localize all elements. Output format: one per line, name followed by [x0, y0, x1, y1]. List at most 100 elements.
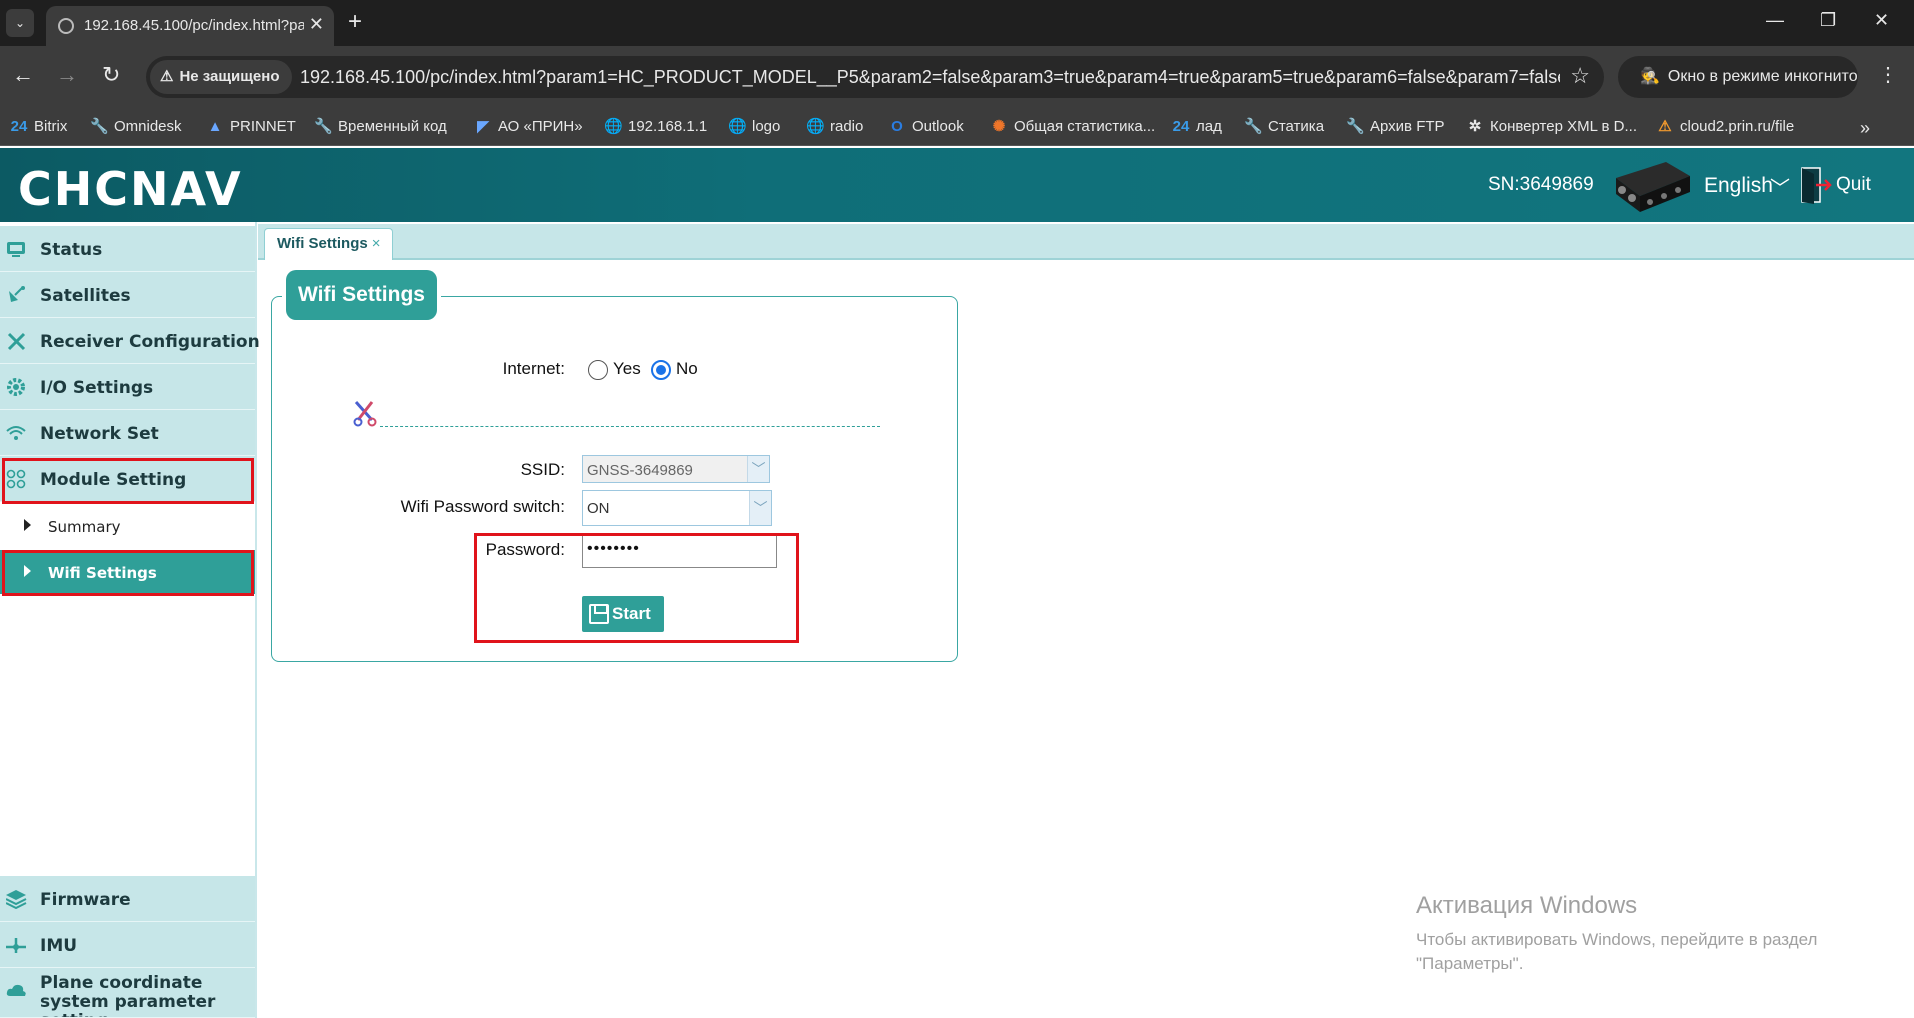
tab-search-button[interactable]: ⌄	[6, 9, 34, 37]
quit-button[interactable]: Quit	[1836, 174, 1871, 196]
internet-yes-label[interactable]: Yes	[613, 359, 641, 379]
bookmark-prinnet[interactable]: ▲ PRINNET	[206, 114, 296, 140]
ssid-value: GNSS-3649869	[587, 462, 693, 479]
bookmark-label: Bitrix	[34, 118, 68, 135]
serial-number: SN:3649869	[1488, 174, 1594, 195]
bookmark-label: Статика	[1268, 118, 1325, 135]
restore-icon[interactable]: ❐	[1820, 10, 1836, 31]
bookmark-star-icon[interactable]: ☆	[1570, 63, 1590, 89]
bookmark-router[interactable]: 🌐 192.168.1.1	[604, 114, 707, 140]
back-icon[interactable]: ←	[12, 62, 34, 88]
bookmark-ftp-archive[interactable]: 🔧 Архив FTP	[1346, 114, 1445, 140]
browser-tab-strip: ⌄ 192.168.45.100/pc/index.html?param ✕ +…	[0, 0, 1914, 46]
bookmark-label: 192.168.1.1	[628, 118, 708, 135]
sidebar-item-plane-coordinate-system[interactable]: Plane coordinate system parameter settin…	[0, 968, 255, 1018]
wifi-icon	[6, 426, 26, 440]
sidebar-subitem-summary[interactable]: Summary	[0, 504, 255, 548]
imu-icon	[6, 938, 26, 953]
internet-no-radio[interactable]	[651, 360, 671, 380]
bookmark-label: logo	[752, 118, 781, 135]
outlook-icon: O	[891, 118, 903, 135]
new-tab-button[interactable]: +	[348, 8, 362, 36]
chevron-down-icon[interactable]: ﹀	[747, 456, 769, 482]
wifi-password-switch-label: Wifi Password switch:	[400, 497, 565, 516]
highlight-box	[474, 533, 799, 643]
warning-icon: ⚠	[160, 68, 174, 85]
forward-icon[interactable]: →	[56, 62, 78, 88]
sidebar-item-io-settings[interactable]: I/O Settings	[0, 364, 255, 410]
wifi-password-switch-select[interactable]: ON ﹀	[582, 490, 772, 526]
browser-tab[interactable]: 192.168.45.100/pc/index.html?param ✕	[46, 6, 334, 46]
exit-door-icon[interactable]	[1800, 166, 1832, 204]
sidebar-item-label: Plane coordinate system parameter settin…	[40, 973, 216, 1018]
close-tab-icon[interactable]: ×	[372, 235, 381, 252]
sidebar-item-label: Network Set	[40, 424, 159, 444]
sidebar-item-firmware[interactable]: Firmware	[0, 876, 255, 922]
globe-icon: 🌐	[604, 118, 623, 135]
incognito-icon: 🕵	[1640, 68, 1660, 85]
browser-menu-icon[interactable]: ⋮	[1878, 62, 1898, 87]
reload-icon[interactable]: ↻	[102, 62, 120, 88]
tab-title: 192.168.45.100/pc/index.html?param	[84, 17, 304, 34]
bookmark-bitrix[interactable]: 24 Bitrix	[10, 114, 68, 140]
wrench-icon: 🔧	[314, 118, 333, 135]
bookmark-statistics[interactable]: ✺ Общая статистика...	[990, 114, 1155, 140]
wrench-icon: 🔧	[1346, 118, 1365, 135]
security-chip[interactable]: ⚠ Не защищено	[150, 60, 292, 94]
scissors-icon	[353, 401, 377, 427]
bookmark-prin[interactable]: ◤ АО «ПРИН»	[474, 114, 583, 140]
bookmark-cloud2[interactable]: ⚠ cloud2.prin.ru/file	[1656, 114, 1794, 140]
close-window-icon[interactable]: ✕	[1874, 10, 1889, 31]
bookmark-label: Outlook	[912, 118, 964, 135]
bookmark-outlook[interactable]: O Outlook	[888, 114, 964, 140]
internet-no-label[interactable]: No	[676, 359, 698, 379]
sidebar-item-label: Firmware	[40, 890, 131, 910]
close-tab-icon[interactable]: ✕	[309, 14, 324, 35]
address-bar[interactable]: ⚠ Не защищено 192.168.45.100/pc/index.htm…	[146, 56, 1604, 98]
minimize-icon[interactable]: —	[1766, 10, 1784, 31]
windows-activation-watermark: Активация Windows Чтобы активировать Win…	[1416, 892, 1866, 976]
sidebar-item-label: Receiver Configuration	[40, 332, 260, 352]
activation-text: Чтобы активировать Windows, перейдите в …	[1416, 930, 1818, 973]
gear-icon	[7, 378, 25, 396]
sidebar-item-network-set[interactable]: Network Set	[0, 410, 255, 456]
incognito-indicator[interactable]: 🕵 Окно в режиме инкогнито	[1618, 56, 1858, 98]
bookmark-temp-code[interactable]: 🔧 Временный код	[314, 114, 447, 140]
bookmarks-bar: 24 Bitrix 🔧 Omnidesk ▲ PRINNET 🔧 Временный к…	[0, 108, 1914, 146]
sidebar-item-status[interactable]: Status	[0, 226, 255, 272]
tools-icon	[7, 332, 26, 351]
warning-icon: ⚠	[1658, 118, 1672, 135]
bookmark-label: radio	[830, 118, 864, 135]
bookmark-label: АО «ПРИН»	[498, 118, 583, 135]
caret-right-icon	[24, 519, 31, 531]
bookmark-label: cloud2.prin.ru/file	[1680, 118, 1795, 135]
antenna-icon: ▲	[207, 118, 223, 135]
more-bookmarks-icon[interactable]: »	[1860, 118, 1870, 139]
sidebar-item-imu[interactable]: IMU	[0, 922, 255, 968]
sidebar-item-satellites[interactable]: Satellites	[0, 272, 255, 318]
bookmark-lad[interactable]: 24 лад	[1172, 114, 1222, 140]
chevron-down-icon[interactable]: ﹀	[749, 491, 771, 525]
ssid-select[interactable]: GNSS-3649869 ﹀	[582, 455, 770, 483]
sidebar-subitem-label: Summary	[48, 518, 121, 536]
sidebar-item-label: Satellites	[40, 286, 131, 306]
bookmark-radio[interactable]: 🌐 radio	[806, 114, 863, 140]
bookmark-logo[interactable]: 🌐 logo	[728, 114, 780, 140]
chevron-down-icon[interactable]: ﹀	[1770, 172, 1790, 201]
activation-title: Активация Windows	[1416, 892, 1638, 919]
internet-yes-radio[interactable]	[588, 360, 608, 380]
browser-toolbar: ← → ↻ ⚠ Не защищено 192.168.45.100/pc/ind…	[0, 46, 1914, 108]
bookmark-xml-converter[interactable]: ✲ Конвертер XML в D...	[1466, 114, 1637, 140]
satellite-icon	[9, 286, 25, 302]
tab-label: Wifi Settings	[277, 235, 368, 252]
incognito-label: Окно в режиме инкогнито	[1667, 68, 1858, 85]
bookmark-omnidesk[interactable]: 🔧 Omnidesk	[90, 114, 182, 140]
language-selector[interactable]: English	[1704, 174, 1773, 198]
security-label: Не защищено	[179, 68, 280, 85]
bookmark-statika[interactable]: 🔧 Статика	[1244, 114, 1324, 140]
tab-wifi-settings[interactable]: Wifi Settings ×	[264, 228, 394, 260]
sparkle-icon: ✲	[1468, 118, 1482, 135]
sidebar-item-label: I/O Settings	[40, 378, 154, 398]
sidebar-item-receiver-configuration[interactable]: Receiver Configuration	[0, 318, 260, 364]
url-text[interactable]: 192.168.45.100/pc/index.html?param1=HC_P…	[300, 67, 1560, 88]
